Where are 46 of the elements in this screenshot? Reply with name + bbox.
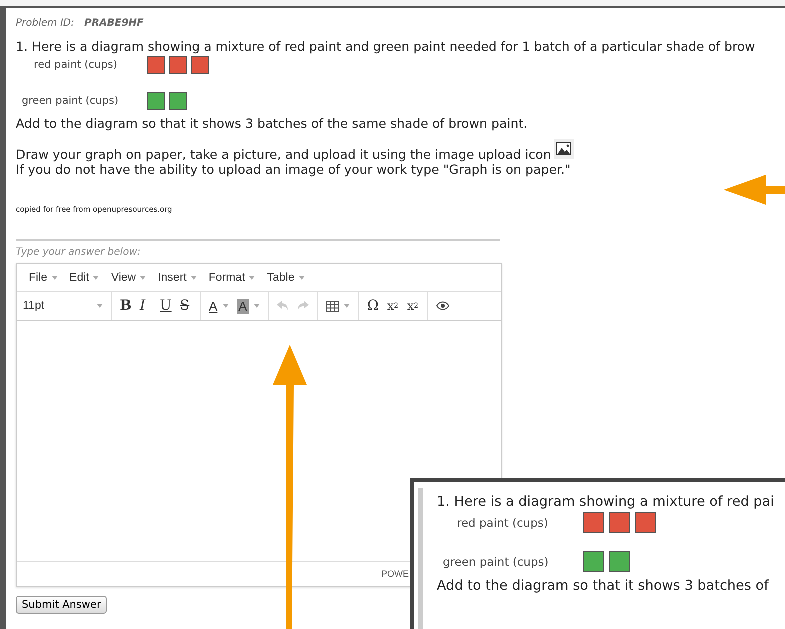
caret-icon: [97, 304, 103, 308]
problem-id-label: Problem ID:: [16, 18, 74, 29]
caret-icon: [222, 304, 229, 308]
instruction-text: Draw your graph on paper, take a picture, and upload it using the image upload icon: [16, 147, 552, 162]
strike-button[interactable]: S: [176, 295, 196, 317]
italic-button[interactable]: I: [136, 295, 156, 317]
problem-id: PRABE9HF: [84, 18, 144, 29]
diagram-label: red paint (cups): [457, 516, 550, 530]
eye-icon: [436, 301, 450, 311]
task-text: Add to the diagram so that it shows 3 batches of: [437, 578, 770, 594]
diagram-label: green paint (cups): [22, 95, 120, 107]
instruction-text: If you do not have the ability to upload an image of your work type "Graph is on paper.": [16, 162, 571, 177]
redo-icon: [297, 301, 310, 311]
undo-icon: [277, 301, 290, 311]
underline-button[interactable]: U: [156, 295, 176, 317]
menu-item[interactable]: Format: [202, 272, 262, 284]
caret-icon: [344, 304, 350, 308]
question-text: 1. Here is a diagram showing a mixture of red pai: [437, 494, 774, 510]
answer-label: Type your answer below:: [16, 247, 142, 258]
table-icon: [326, 300, 340, 312]
caret-icon: [298, 276, 305, 280]
menu-item[interactable]: Table: [261, 272, 311, 284]
bold-button[interactable]: B: [116, 295, 136, 317]
caret-icon: [190, 276, 197, 280]
menu-item[interactable]: Insert: [152, 272, 203, 284]
menu-item[interactable]: Edit: [64, 272, 106, 284]
text-color-button[interactable]: A: [205, 295, 233, 317]
diagram-label: green paint (cups): [443, 554, 550, 568]
menu-item[interactable]: File: [23, 272, 64, 284]
symbol-button[interactable]: Ω: [363, 295, 384, 317]
task-text: Add to the diagram so that it shows 3 batches of the same shade of brown paint.: [16, 116, 529, 131]
left-arrow: [724, 175, 785, 205]
caret-icon: [249, 276, 256, 280]
font-size-select[interactable]: 11pt: [21, 300, 107, 312]
caret-icon: [140, 276, 146, 280]
submit-answer-button[interactable]: Submit Answer: [16, 596, 108, 614]
caret-icon: [52, 276, 58, 280]
diagram-label: red paint (cups): [34, 59, 118, 71]
highlight-color-button[interactable]: A: [232, 295, 264, 317]
caret-icon: [254, 304, 260, 308]
image-icon: [554, 139, 574, 159]
powered-by-text: POWE: [381, 569, 409, 579]
superscript-button[interactable]: x$^{2}$: [403, 295, 424, 317]
question-text: 1. Here is a diagram showing a mixture of red paint and green paint needed for 1 batch of a particular shade of brow: [16, 39, 756, 54]
menu-item[interactable]: View: [105, 272, 152, 284]
caret-icon: [93, 276, 100, 280]
